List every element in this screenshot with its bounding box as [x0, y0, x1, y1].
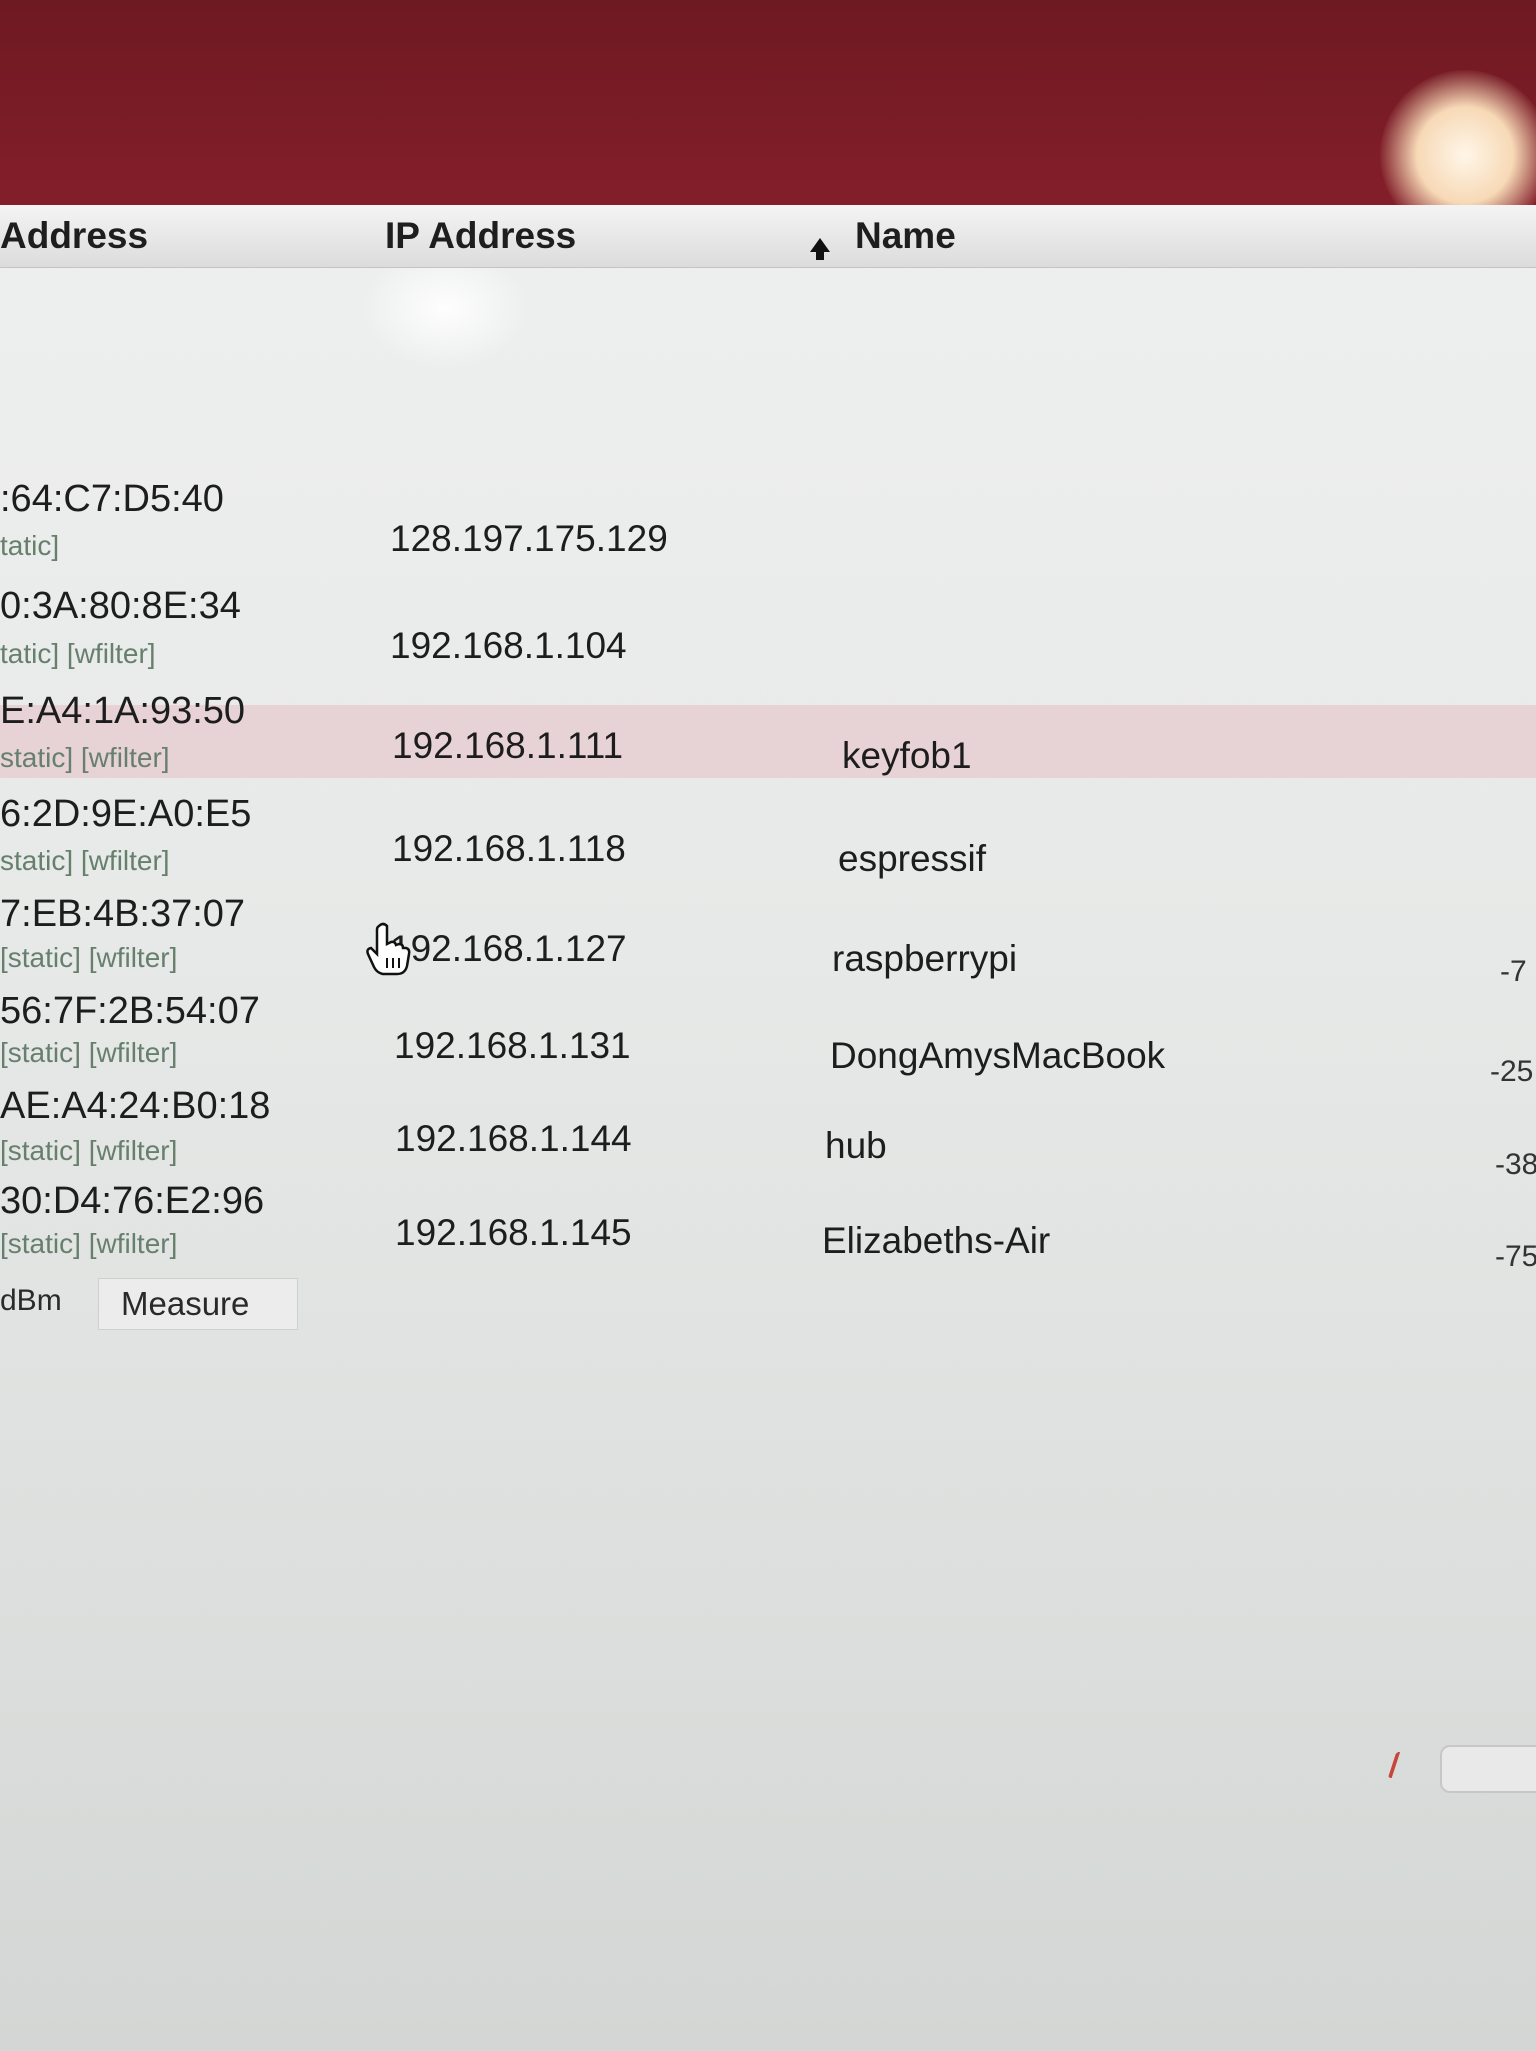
device-tags: [static] [wfilter]	[0, 1228, 178, 1259]
window-title-bar	[0, 0, 1536, 235]
ip-address-column-header[interactable]: IP Address	[385, 215, 576, 257]
mac-address: 56:7F:2B:54:07	[0, 990, 260, 1032]
name-column-header[interactable]: Name	[855, 215, 956, 257]
bottom-right-control[interactable]	[1440, 1745, 1536, 1793]
device-tags: [static] [wfilter]	[0, 1135, 178, 1166]
ip-address: 192.168.1.104	[390, 625, 627, 666]
ip-address: 128.197.175.129	[390, 518, 668, 559]
device-tags: tatic]	[0, 530, 60, 561]
mac-address-column-header[interactable]: Address	[0, 215, 148, 257]
mac-address: 7:EB:4B:37:07	[0, 893, 246, 935]
mac-address: 0:3A:80:8E:34	[0, 585, 241, 627]
measure-button[interactable]: Measure	[98, 1278, 298, 1330]
mac-address: 6:2D:9E:A0:E5	[0, 793, 252, 835]
signal-strength: -7	[1500, 955, 1527, 988]
device-name: keyfob1	[842, 735, 972, 776]
ip-address: 192.168.1.127	[390, 928, 627, 969]
table-header	[0, 205, 1536, 268]
mac-address: 30:D4:76:E2:96	[0, 1180, 265, 1222]
device-name: espressif	[838, 838, 987, 879]
device-tags: [static] [wfilter]	[0, 1037, 178, 1068]
mac-address: E:A4:1A:93:50	[0, 690, 246, 732]
device-tags: tatic] [wfilter]	[0, 638, 156, 669]
signal-unit-label: dBm	[0, 1284, 62, 1317]
ip-address: 192.168.1.131	[394, 1025, 631, 1066]
device-name: raspberrypi	[832, 938, 1018, 979]
device-name: DongAmysMacBook	[830, 1035, 1166, 1076]
signal-strength: -38	[1495, 1148, 1536, 1181]
device-tags: static] [wfilter]	[0, 845, 170, 876]
hand-pointer-icon	[366, 922, 411, 976]
ip-address: 192.168.1.144	[395, 1118, 632, 1159]
device-tags: [static] [wfilter]	[0, 942, 178, 973]
mac-address: AE:A4:24:B0:18	[0, 1085, 271, 1127]
device-list-panel	[0, 215, 1536, 2051]
device-name: Elizabeths-Air	[822, 1220, 1051, 1261]
device-name: hub	[825, 1125, 887, 1166]
ip-address: 192.168.1.111	[392, 725, 624, 766]
sort-ascending-icon	[810, 238, 830, 260]
signal-strength: -25	[1490, 1055, 1534, 1088]
ip-address: 192.168.1.118	[392, 828, 626, 869]
mac-address: :64:C7:D5:40	[0, 478, 224, 520]
ip-address: 192.168.1.145	[395, 1212, 632, 1253]
device-tags: static] [wfilter]	[0, 742, 170, 773]
signal-strength: -75	[1495, 1240, 1536, 1273]
